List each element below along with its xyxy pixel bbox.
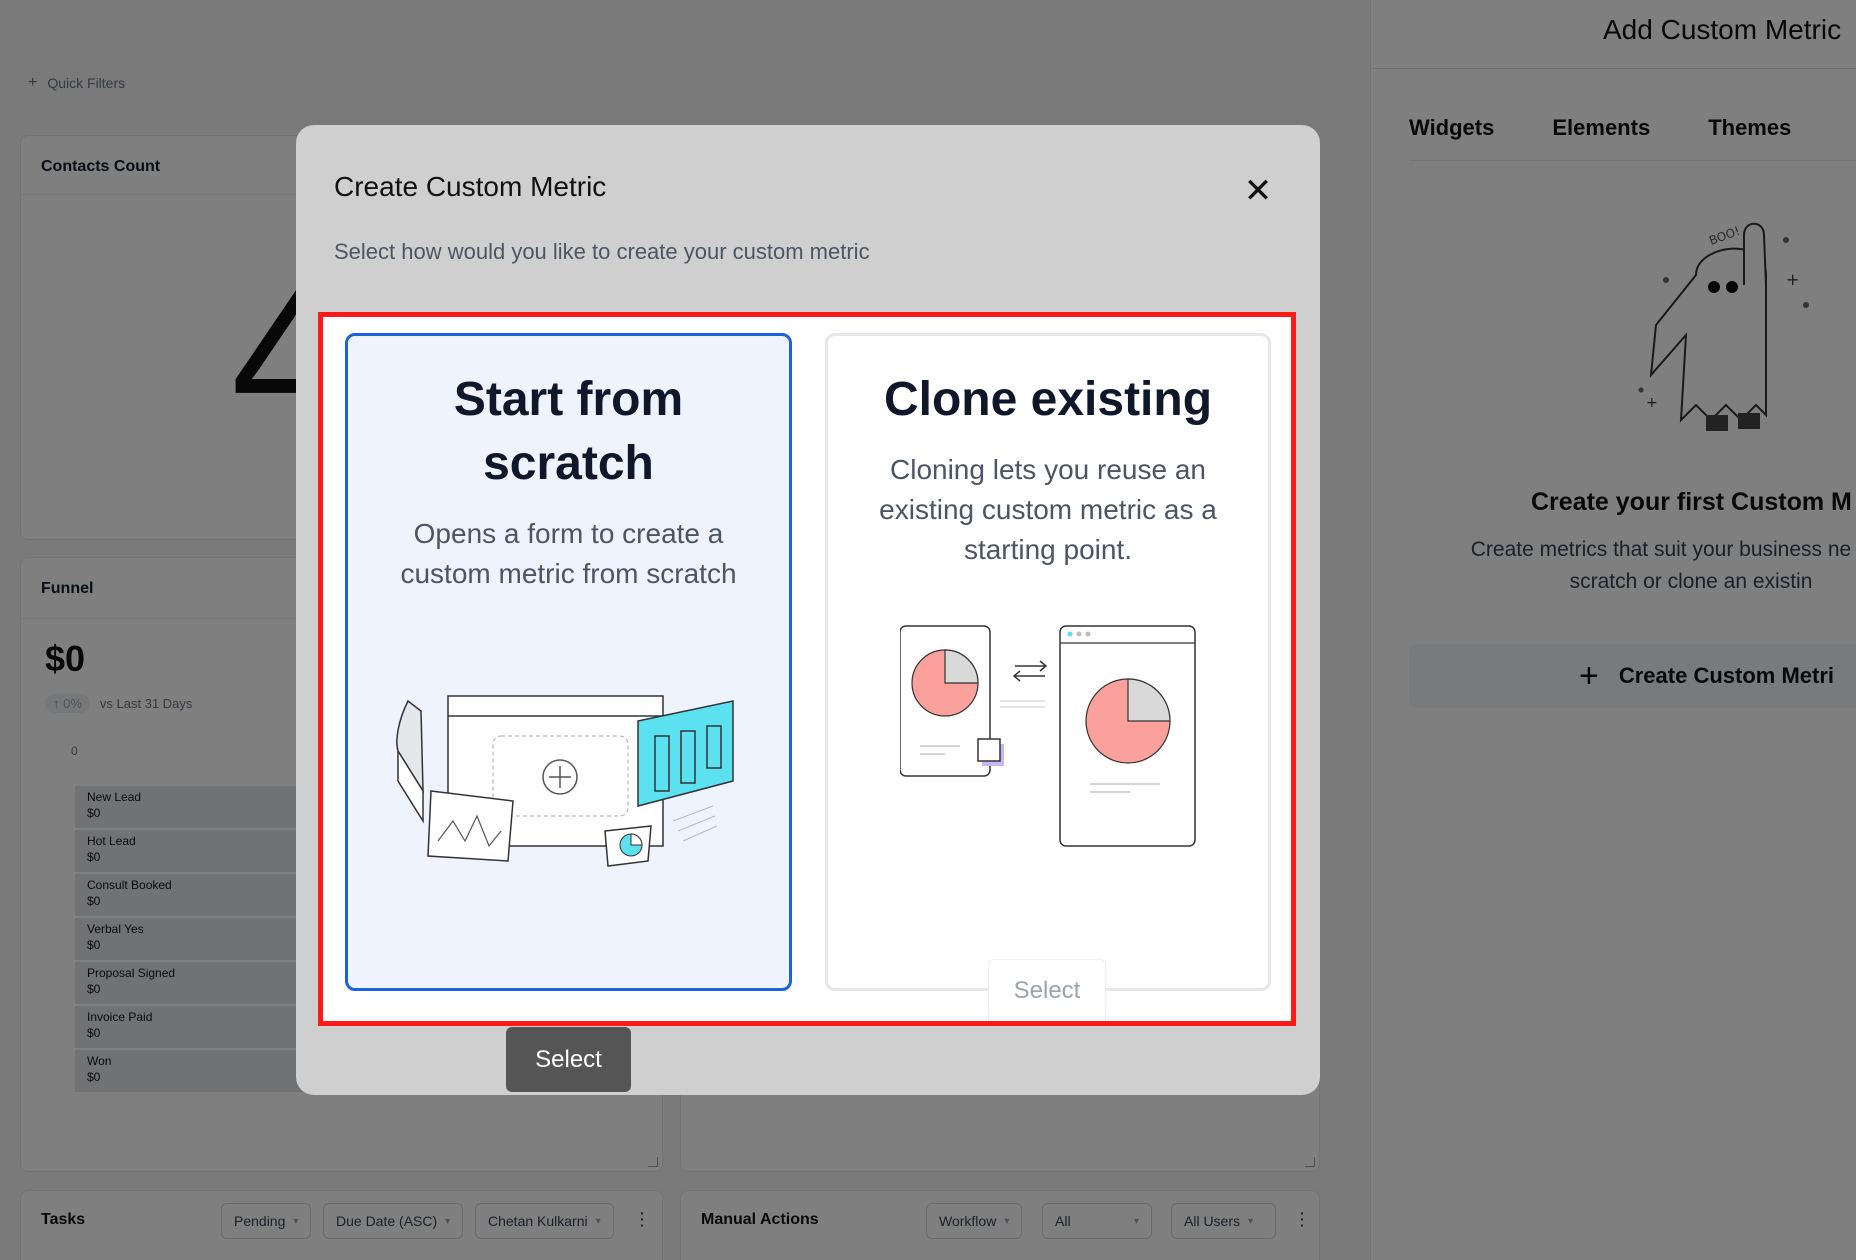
clone-illustration [900,625,1196,847]
option-title: Clone existing [883,373,1213,426]
scratch-illustration [396,695,734,867]
start-from-scratch-option[interactable]: Start from scratch Opens a form to creat… [345,333,792,991]
option-title: Start from scratch [453,373,684,490]
modal-subtitle: Select how would you like to create your… [334,239,870,264]
clone-existing-option[interactable]: Clone existing Cloning lets you reuse an… [825,333,1271,991]
modal-title: Create Custom Metric [334,171,607,202]
option-description: Cloning lets you reuse an existing custo… [879,454,1217,565]
option-description: Opens a form to create a custom metric f… [400,518,737,589]
select-clone-button[interactable]: Select [988,959,1106,1021]
close-icon[interactable]: ✕ [1240,173,1276,209]
select-scratch-button[interactable]: Select [506,1027,631,1092]
